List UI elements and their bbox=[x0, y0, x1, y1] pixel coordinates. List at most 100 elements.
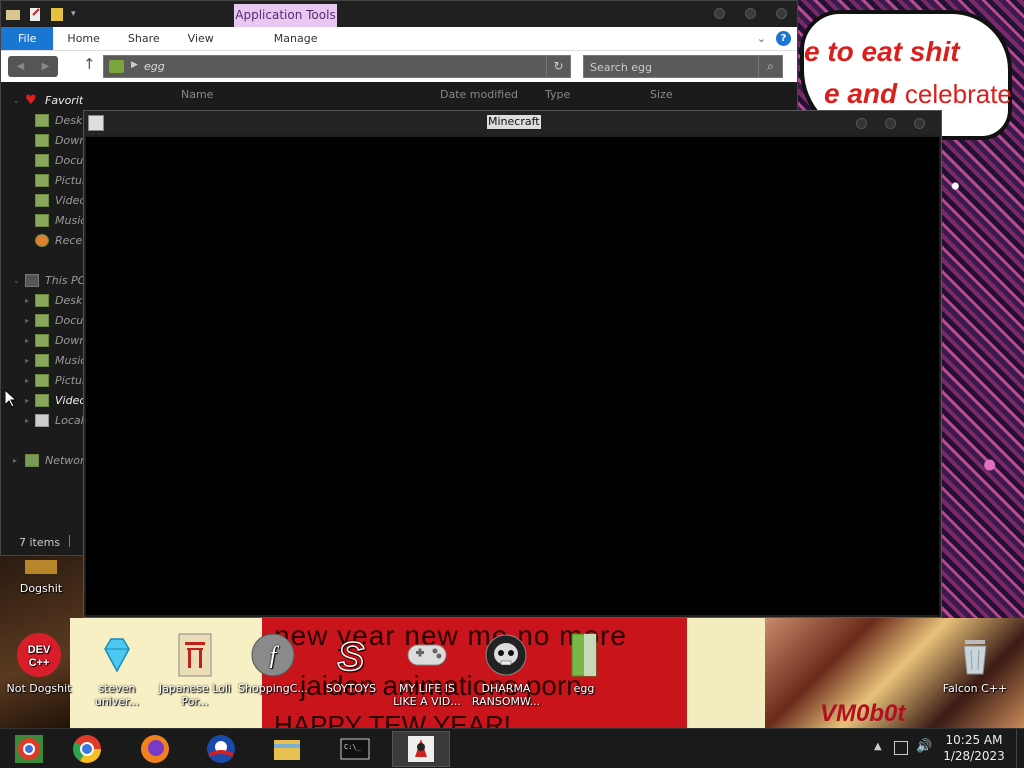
close-button[interactable] bbox=[914, 118, 925, 129]
taskbar-explorer[interactable] bbox=[258, 731, 316, 767]
taskbar-chrome[interactable] bbox=[58, 731, 116, 767]
column-type[interactable]: Type bbox=[545, 88, 570, 101]
chevron-right-icon[interactable]: ▸ bbox=[25, 351, 29, 371]
tab-manage[interactable]: Manage bbox=[244, 27, 348, 50]
nav-this-pc[interactable]: ⌄ This PC bbox=[1, 271, 83, 291]
maximize-button[interactable] bbox=[745, 8, 756, 19]
address-bar-row: ◀ ▶ ↑ ▶ egg ↻ ⌕ bbox=[1, 51, 797, 82]
column-name[interactable]: Name bbox=[181, 88, 213, 101]
desktop-icon-falcon[interactable]: Falcon C++ bbox=[936, 632, 1014, 695]
show-desktop-button[interactable] bbox=[1016, 729, 1024, 768]
tab-home[interactable]: Home bbox=[53, 27, 113, 50]
desktop-icon-not-dogshit[interactable]: DEV C++ Not Dogshit bbox=[0, 632, 78, 695]
nav-buttons: ◀ ▶ bbox=[8, 56, 58, 77]
search-icon[interactable]: ⌕ bbox=[758, 56, 782, 77]
game-canvas[interactable] bbox=[86, 137, 939, 615]
volume-icon[interactable]: 🔊 bbox=[916, 739, 932, 754]
nav-favorites[interactable]: ⌄ ♥ Favorites bbox=[1, 91, 83, 111]
tab-share[interactable]: Share bbox=[114, 27, 174, 50]
nav-label: Videos bbox=[55, 194, 83, 207]
network-icon bbox=[25, 454, 39, 467]
help-icon[interactable]: ? bbox=[776, 31, 791, 46]
taskbar-firefox[interactable] bbox=[126, 731, 184, 767]
nav-item-documents[interactable]: Documents bbox=[1, 151, 83, 171]
navigation-pane[interactable]: ⌄ ♥ Favorites Desktop Downloads Document… bbox=[1, 83, 83, 555]
back-button[interactable]: ◀ bbox=[8, 56, 33, 77]
desktop-icon-soytoys[interactable]: S SOYTOYS bbox=[312, 632, 390, 695]
address-bar[interactable]: ▶ egg ↻ bbox=[103, 55, 571, 78]
search-input[interactable] bbox=[590, 59, 750, 75]
taskbar-java[interactable] bbox=[392, 731, 450, 767]
chevron-right-icon[interactable]: ▸ bbox=[25, 331, 29, 351]
window-title: Minecraft bbox=[487, 115, 541, 129]
chevron-right-icon[interactable]: ▶ bbox=[131, 60, 138, 70]
clock[interactable]: 10:25 AM 1/28/2023 bbox=[940, 732, 1008, 764]
chevron-right-icon[interactable]: ▸ bbox=[13, 451, 17, 471]
minecraft-titlebar[interactable]: Minecraft bbox=[84, 111, 941, 135]
nav-pc-music[interactable]: ▸ Music bbox=[1, 351, 83, 371]
chevron-right-icon[interactable]: ▸ bbox=[25, 291, 29, 311]
properties-icon[interactable] bbox=[27, 6, 43, 22]
obama-icon bbox=[207, 735, 235, 763]
desktop-icon-steven-universe[interactable]: steven univer... bbox=[78, 632, 156, 708]
nav-pc-documents[interactable]: ▸ Documents bbox=[1, 311, 83, 331]
downloads-icon bbox=[35, 134, 49, 147]
folder-icon[interactable] bbox=[5, 6, 21, 22]
nav-item-videos[interactable]: Videos bbox=[1, 191, 83, 211]
taskbar-cmd[interactable]: C:\_ bbox=[326, 731, 384, 767]
taskbar-chrome-alt[interactable] bbox=[0, 731, 58, 767]
chevron-right-icon[interactable]: ▸ bbox=[25, 411, 29, 431]
clock-time: 10:25 AM bbox=[945, 733, 1003, 747]
close-button[interactable] bbox=[776, 8, 787, 19]
desktop-icon-egg[interactable]: egg bbox=[545, 632, 623, 695]
tab-view[interactable]: View bbox=[174, 27, 228, 50]
chevron-right-icon[interactable]: ▸ bbox=[25, 391, 29, 411]
nav-pc-downloads[interactable]: ▸ Downloads bbox=[1, 331, 83, 351]
desktop-icon-shopping[interactable]: f ShoppingC... bbox=[234, 632, 312, 695]
column-size[interactable]: Size bbox=[650, 88, 673, 101]
application-tools-tab[interactable]: Application Tools bbox=[234, 4, 337, 27]
nav-label: Local Disk bbox=[55, 414, 83, 427]
network-tray-icon[interactable] bbox=[894, 741, 908, 755]
explorer-titlebar[interactable]: ▾ Application Tools bbox=[1, 1, 797, 27]
nav-pc-local-disk[interactable]: ▸ Local Disk bbox=[1, 411, 83, 431]
nav-label: Documents bbox=[55, 314, 83, 327]
svg-text:DEV: DEV bbox=[28, 644, 51, 656]
chevron-down-icon[interactable]: ⌄ bbox=[13, 271, 20, 291]
forward-button[interactable]: ▶ bbox=[33, 56, 58, 77]
nav-pc-pictures[interactable]: ▸ Pictures bbox=[1, 371, 83, 391]
refresh-icon[interactable]: ↻ bbox=[546, 56, 570, 77]
music-icon bbox=[35, 214, 49, 227]
tab-file[interactable]: File bbox=[1, 27, 54, 50]
maximize-button[interactable] bbox=[885, 118, 896, 129]
nav-label: Music bbox=[55, 214, 83, 227]
nav-network[interactable]: ▸ Network bbox=[1, 451, 83, 471]
chevron-down-icon[interactable]: ⌄ bbox=[13, 91, 20, 111]
chevron-down-icon[interactable]: ▾ bbox=[71, 9, 76, 19]
chevron-right-icon[interactable]: ▸ bbox=[25, 371, 29, 391]
column-date-modified[interactable]: Date modified bbox=[440, 88, 518, 101]
tray-overflow-icon[interactable]: ▲ bbox=[874, 741, 882, 752]
minimize-button[interactable] bbox=[856, 118, 867, 129]
search-box[interactable]: ⌕ bbox=[583, 55, 783, 78]
nav-item-downloads[interactable]: Downloads bbox=[1, 131, 83, 151]
nav-item-pictures[interactable]: Pictures bbox=[1, 171, 83, 191]
desktop-icon bbox=[35, 114, 49, 127]
chevron-right-icon[interactable]: ▸ bbox=[25, 311, 29, 331]
desktop-icon-label: Falcon C++ bbox=[942, 682, 1008, 695]
nav-item-recent[interactable]: Recent places bbox=[1, 231, 83, 251]
up-arrow-icon[interactable]: ↑ bbox=[83, 55, 96, 73]
taskbar-obama[interactable] bbox=[192, 731, 250, 767]
nav-item-desktop[interactable]: Desktop bbox=[1, 111, 83, 131]
chevron-down-icon[interactable]: ⌄ bbox=[757, 32, 766, 45]
desktop-icon-dogshit[interactable]: Dogshit bbox=[2, 556, 80, 595]
minimize-button[interactable] bbox=[714, 8, 725, 19]
documents-icon bbox=[35, 154, 49, 167]
nav-item-music[interactable]: Music bbox=[1, 211, 83, 231]
minecraft-window[interactable]: Minecraft bbox=[83, 110, 942, 618]
desktop-icon-dharma[interactable]: DHARMA RANSOMW... bbox=[467, 632, 545, 708]
new-folder-icon[interactable] bbox=[49, 6, 65, 22]
desktop-icon-my-life[interactable]: MY LIFE IS LIKE A VID... bbox=[388, 632, 466, 708]
nav-pc-desktop[interactable]: ▸ Desktop bbox=[1, 291, 83, 311]
desktop-icon-japanese[interactable]: Japanese Loli Por... bbox=[156, 632, 234, 708]
